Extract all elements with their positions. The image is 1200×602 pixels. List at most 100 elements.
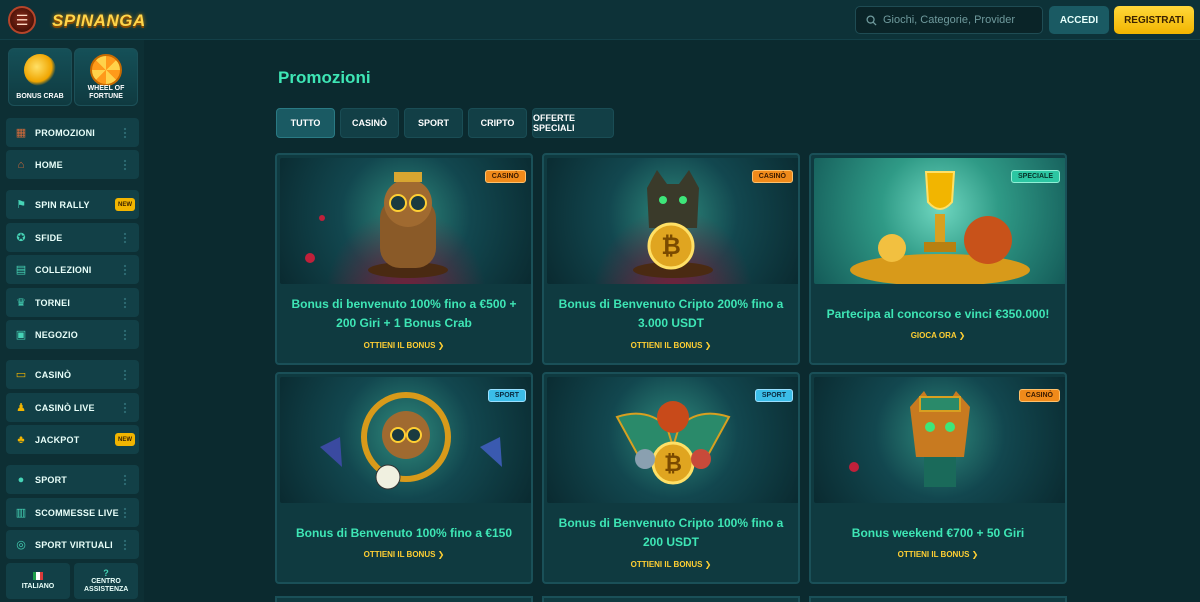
sidebar-item-label: CASINÒ LIVE [35, 402, 95, 413]
drag-handle-icon [123, 232, 127, 244]
category-badge: CASINÒ [1018, 389, 1060, 402]
sidebar-item-label: CASINÒ [35, 369, 72, 380]
promo-card[interactable]: SPECIALE Partecipa al concorso e vinci €… [809, 153, 1067, 365]
virtual-icon: ◎ [16, 539, 26, 551]
promo-card-partial [809, 596, 1067, 602]
sidebar-item-tornei[interactable]: ♛ TORNEI [6, 288, 139, 317]
sidebar-item-sport[interactable]: ● SPORT [6, 465, 139, 494]
tab-cripto[interactable]: CRIPTO [468, 108, 527, 138]
get-bonus-link[interactable]: OTTIENI IL BONUS ❯ [277, 550, 531, 559]
sidebar-item-sfide[interactable]: ✪ SFIDE [6, 223, 139, 252]
dealer-icon: ♟ [16, 402, 26, 414]
wheel-of-fortune-tile[interactable]: WHEEL OF FORTUNE [74, 48, 138, 106]
new-badge: NEW [115, 433, 135, 446]
sidebar-item-label: SPIN RALLY [35, 199, 90, 210]
wheel-icon [90, 54, 122, 86]
tile-label: BONUS CRAB [16, 93, 64, 100]
tab-tutto[interactable]: TUTTO [276, 108, 335, 138]
cta-label: OTTIENI IL BONUS [630, 341, 703, 350]
search-box[interactable] [855, 6, 1043, 34]
svg-text:₿: ₿ [664, 452, 682, 477]
tab-offerte-speciali[interactable]: OFFERTE SPECIALI [532, 108, 614, 138]
sidebar-item-label: PROMOZIONI [35, 127, 95, 138]
tile-label: WHEEL OF FORTUNE [87, 85, 125, 100]
tab-casino[interactable]: CASINÒ [340, 108, 399, 138]
sidebar-item-label: SCOMMESSE LIVE [35, 507, 119, 518]
drag-handle-icon [123, 474, 127, 486]
cta-label: GIOCA ORA [910, 331, 957, 340]
drag-handle-icon [123, 402, 127, 414]
sidebar: BONUS CRAB WHEEL OF FORTUNE ▦ PROMOZIONI… [0, 40, 144, 602]
promo-image: SPORT [280, 377, 531, 503]
play-now-link[interactable]: GIOCA ORA ❯ [811, 331, 1065, 340]
sidebar-item-label: COLLEZIONI [35, 264, 92, 275]
language-selector[interactable]: ITALIANO [6, 563, 70, 599]
promo-card-partial [275, 596, 533, 602]
search-icon [866, 14, 877, 26]
sidebar-item-casino-live[interactable]: ♟ CASINÒ LIVE [6, 393, 139, 422]
slot-icon: ▭ [15, 369, 27, 381]
trophy-icon: ♛ [16, 297, 26, 309]
login-button[interactable]: ACCEDI [1049, 6, 1109, 34]
promo-image: ₿ CASINÒ [547, 158, 798, 284]
tab-sport[interactable]: SPORT [404, 108, 463, 138]
promo-card[interactable]: CASINÒ Bonus weekend €700 + 50 Giri OTTI… [809, 372, 1067, 584]
medal-icon: ✪ [16, 232, 26, 244]
clover-icon: ♣ [17, 433, 25, 446]
promo-title: Bonus di Benvenuto Cripto 100% fino a 20… [558, 516, 784, 549]
sidebar-item-label: SFIDE [35, 232, 63, 243]
live-icon: ▥ [15, 507, 27, 519]
drag-handle-icon [123, 127, 127, 139]
get-bonus-link[interactable]: OTTIENI IL BONUS ❯ [811, 550, 1065, 559]
promo-card[interactable]: CASINÒ Bonus di benvenuto 100% fino a €5… [275, 153, 533, 365]
promo-image: SPECIALE [814, 158, 1065, 284]
promo-card[interactable]: ₿ SPORT Bonus di Benvenuto Cripto 100% f… [542, 372, 800, 584]
sidebar-item-jackpot[interactable]: ♣ JACKPOT NEW [6, 425, 139, 454]
sidebar-item-sport-virtuali[interactable]: ◎ SPORT VIRTUALI [6, 530, 139, 559]
drag-handle-icon [123, 507, 127, 519]
promo-title: Bonus di Benvenuto Cripto 200% fino a 3.… [558, 297, 784, 330]
search-input[interactable] [883, 14, 1033, 26]
gift-icon: ▦ [15, 127, 27, 139]
sidebar-item-promozioni[interactable]: ▦ PROMOZIONI [6, 118, 139, 147]
drag-handle-icon [123, 539, 127, 551]
flag-icon: ⚑ [16, 199, 26, 211]
language-label: ITALIANO [21, 582, 55, 590]
logo[interactable]: SPINANGA [52, 6, 146, 36]
promo-image: CASINÒ [280, 158, 531, 284]
bonus-crab-tile[interactable]: BONUS CRAB [8, 48, 72, 106]
drag-handle-icon [123, 264, 127, 276]
support-label: CENTRO ASSISTENZA [84, 577, 129, 593]
category-badge: SPECIALE [1010, 170, 1060, 183]
drag-handle-icon [123, 159, 127, 171]
sidebar-item-label: SPORT VIRTUALI [35, 539, 113, 550]
get-bonus-link[interactable]: OTTIENI IL BONUS ❯ [544, 560, 798, 569]
register-button[interactable]: REGISTRATI [1114, 6, 1194, 34]
sidebar-item-collezioni[interactable]: ▤ COLLEZIONI [6, 255, 139, 284]
sidebar-item-spin-rally[interactable]: ⚑ SPIN RALLY NEW [6, 190, 139, 219]
cta-label: OTTIENI IL BONUS [363, 341, 436, 350]
category-badge: SPORT [754, 389, 793, 402]
sidebar-item-negozio[interactable]: ▣ NEGOZIO [6, 320, 139, 349]
promo-title: Bonus weekend €700 + 50 Giri [851, 526, 1025, 540]
logo-text: SPINANGA [52, 11, 146, 30]
cta-label: OTTIENI IL BONUS [897, 550, 970, 559]
promo-card[interactable]: ₿ CASINÒ Bonus di Benvenuto Cripto 200% … [542, 153, 800, 365]
get-bonus-link[interactable]: OTTIENI IL BONUS ❯ [277, 341, 531, 350]
menu-toggle-icon[interactable]: ☰ [8, 6, 36, 34]
sidebar-item-label: TORNEI [35, 297, 71, 308]
get-bonus-link[interactable]: OTTIENI IL BONUS ❯ [544, 341, 798, 350]
shop-icon: ▣ [15, 329, 27, 341]
support-center-button[interactable]: ? CENTRO ASSISTENZA [74, 563, 138, 599]
promo-title: Bonus di benvenuto 100% fino a €500 + 20… [291, 297, 517, 330]
sidebar-item-casino[interactable]: ▭ CASINÒ [6, 360, 139, 389]
sidebar-item-scommesse-live[interactable]: ▥ SCOMMESSE LIVE [6, 498, 139, 527]
promo-title: Bonus di Benvenuto 100% fino a €150 [295, 526, 513, 540]
sidebar-item-home[interactable]: ⌂ HOME [6, 150, 139, 179]
crab-claw-icon [24, 54, 56, 86]
page-title: Promozioni [278, 68, 371, 87]
promo-card-partial [542, 596, 800, 602]
soccer-ball-icon: ● [17, 473, 25, 486]
promo-card[interactable]: SPORT Bonus di Benvenuto 100% fino a €15… [275, 372, 533, 584]
category-badge: CASINÒ [484, 170, 526, 183]
